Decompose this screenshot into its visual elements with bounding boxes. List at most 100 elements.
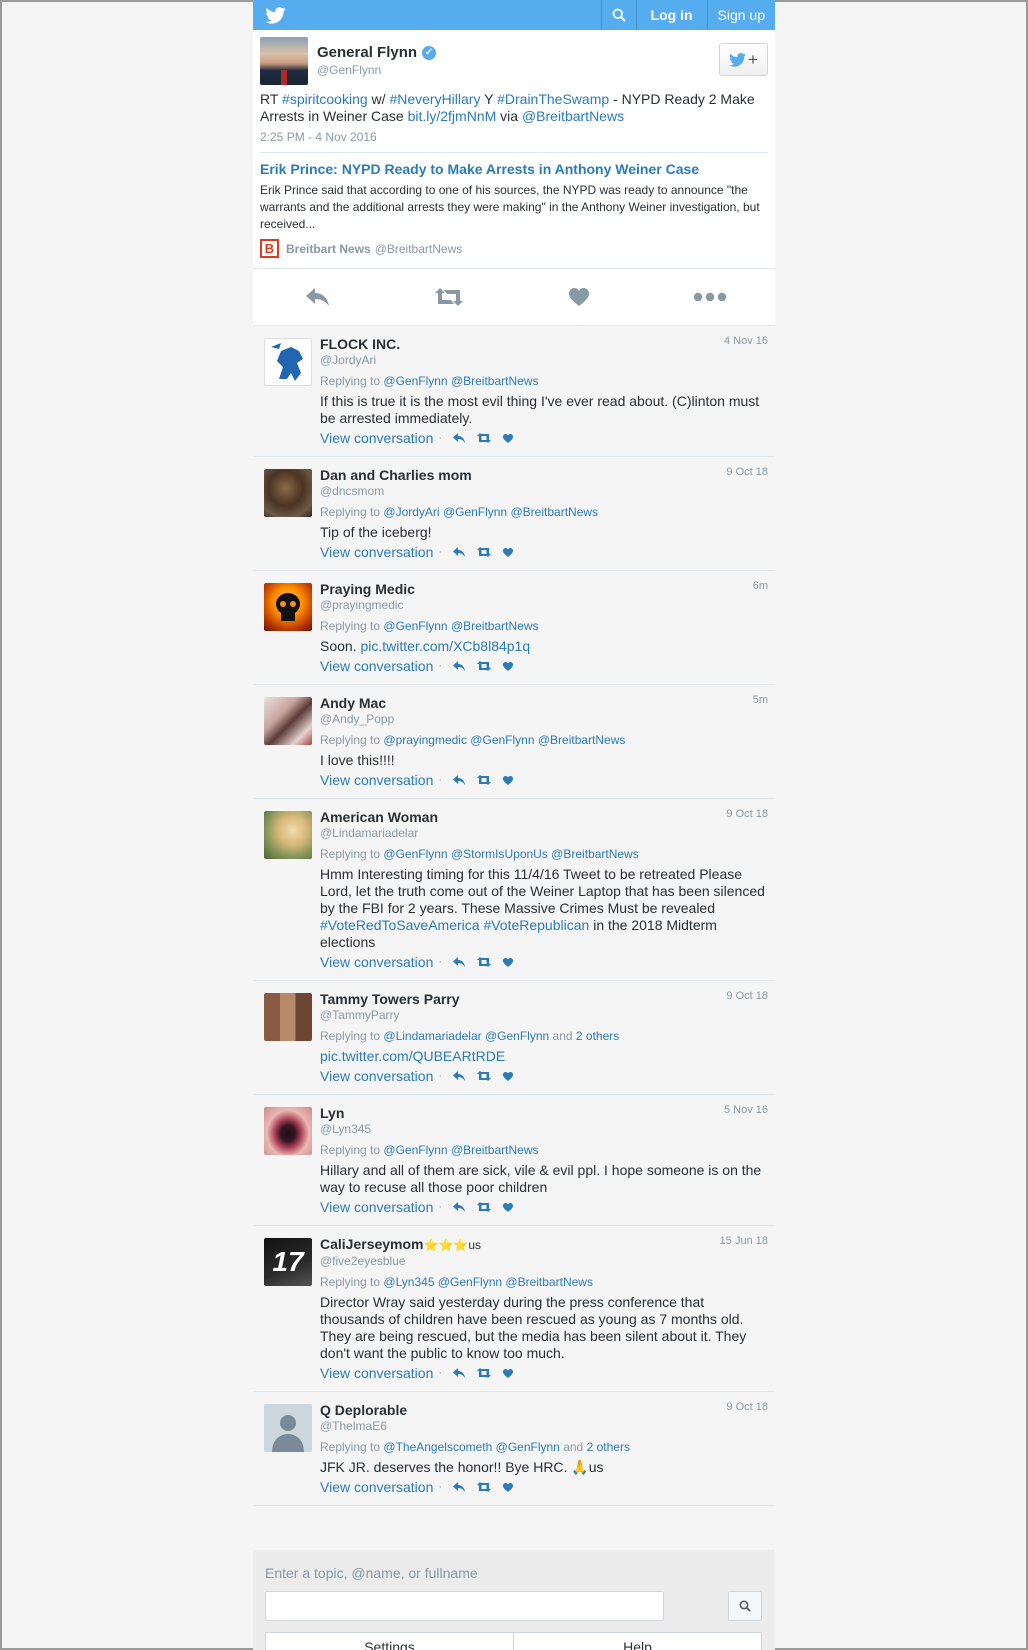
- reply-author-handle[interactable]: @Lyn345: [320, 1122, 768, 1137]
- card-source[interactable]: B Breitbart News @BreitbartNews: [260, 239, 768, 258]
- mention-link[interactable]: @BreitbartNews: [505, 1275, 593, 1289]
- reply-date[interactable]: 9 Oct 18: [726, 808, 768, 820]
- others-link[interactable]: 2 others: [576, 1029, 619, 1043]
- twitter-bird-icon[interactable]: [265, 7, 286, 24]
- author-name[interactable]: General Flynn ✓: [317, 44, 437, 61]
- reply-author-name[interactable]: American Woman: [320, 808, 768, 826]
- reply-author-name[interactable]: Dan and Charlies mom: [320, 466, 768, 484]
- reply-author-name[interactable]: Andy Mac: [320, 694, 768, 712]
- reply-author-handle[interactable]: @ThelmaE6: [320, 1419, 768, 1434]
- reply-date[interactable]: 9 Oct 18: [726, 1401, 768, 1413]
- avatar[interactable]: [264, 1107, 312, 1155]
- mention-link[interactable]: @JordyAri: [383, 505, 439, 519]
- view-conversation-link[interactable]: View conversation: [320, 430, 433, 446]
- reply-date[interactable]: 9 Oct 18: [726, 990, 768, 1002]
- mention-link[interactable]: @GenFlynn: [438, 1275, 502, 1289]
- reply-button[interactable]: [447, 772, 471, 788]
- reply-author-name[interactable]: Lyn: [320, 1104, 768, 1122]
- reply-button[interactable]: [447, 954, 471, 970]
- mention-link[interactable]: @BreitbartNews: [538, 733, 626, 747]
- reply-author-handle[interactable]: @TammyParry: [320, 1008, 768, 1023]
- inline-link[interactable]: #spiritcooking: [282, 91, 368, 107]
- retweet-button[interactable]: [471, 1365, 497, 1381]
- card-title[interactable]: Erik Prince: NYPD Ready to Make Arrests …: [260, 161, 768, 177]
- avatar[interactable]: [264, 811, 312, 859]
- reply-button[interactable]: [298, 288, 338, 306]
- view-conversation-link[interactable]: View conversation: [320, 1479, 433, 1495]
- mention-link[interactable]: @GenFlynn: [383, 374, 447, 388]
- inline-link[interactable]: #VoteRedToSaveAmerica: [320, 917, 480, 933]
- heart-button[interactable]: [497, 658, 519, 674]
- reply-author-handle[interactable]: @prayingmedic: [320, 598, 768, 613]
- reply-button[interactable]: [447, 1199, 471, 1215]
- heart-button[interactable]: [497, 544, 519, 560]
- like-button[interactable]: [559, 288, 599, 306]
- inline-link[interactable]: #DrainTheSwamp: [497, 91, 609, 107]
- reply-button[interactable]: [447, 1365, 471, 1381]
- view-conversation-link[interactable]: View conversation: [320, 954, 433, 970]
- avatar[interactable]: [264, 1404, 312, 1452]
- mention-link[interactable]: @Lyn345: [383, 1275, 434, 1289]
- mention-link[interactable]: @GenFlynn: [496, 1440, 560, 1454]
- retweet-button[interactable]: [471, 1068, 497, 1084]
- mention-link[interactable]: @BreitbartNews: [451, 1143, 539, 1157]
- mention-link[interactable]: @GenFlynn: [485, 1029, 549, 1043]
- avatar[interactable]: [260, 37, 308, 85]
- inline-link[interactable]: pic.twitter.com/QUBEARtRDE: [320, 1048, 505, 1064]
- reply-author-name[interactable]: Tammy Towers Parry: [320, 990, 768, 1008]
- mention-link[interactable]: @StormIsUponUs: [451, 847, 548, 861]
- signup-button[interactable]: Sign up: [706, 0, 775, 30]
- heart-button[interactable]: [497, 430, 519, 446]
- mention-link[interactable]: @BreitbartNews: [451, 374, 539, 388]
- tweet-timestamp[interactable]: 2:25 PM - 4 Nov 2016: [253, 125, 775, 144]
- others-link[interactable]: 2 others: [587, 1440, 630, 1454]
- reply-date[interactable]: 9 Oct 18: [726, 466, 768, 478]
- reply-author-name[interactable]: CaliJerseymom⭐⭐⭐us: [320, 1235, 768, 1254]
- mention-link[interactable]: @GenFlynn: [383, 619, 447, 633]
- avatar[interactable]: 17: [264, 1238, 312, 1286]
- reply-date[interactable]: 4 Nov 16: [724, 335, 768, 347]
- reply-date[interactable]: 5 Nov 16: [724, 1104, 768, 1116]
- view-conversation-link[interactable]: View conversation: [320, 1068, 433, 1084]
- retweet-button[interactable]: [471, 1479, 497, 1495]
- reply-author-handle[interactable]: @five2eyesblue: [320, 1254, 768, 1269]
- help-link[interactable]: Help: [513, 1633, 761, 1650]
- mention-link[interactable]: @TheAngelscometh: [383, 1440, 492, 1454]
- mention-link[interactable]: @BreitbartNews: [511, 505, 599, 519]
- retweet-button[interactable]: [429, 288, 469, 306]
- reply-author-handle[interactable]: @JordyAri: [320, 353, 768, 368]
- heart-button[interactable]: [497, 1068, 519, 1084]
- reply-date[interactable]: 15 Jun 18: [720, 1235, 768, 1247]
- retweet-button[interactable]: [471, 1199, 497, 1215]
- mention-link[interactable]: @GenFlynn: [443, 505, 507, 519]
- author-handle[interactable]: @GenFlynn: [317, 63, 381, 77]
- view-conversation-link[interactable]: View conversation: [320, 772, 433, 788]
- mention-link[interactable]: @BreitbartNews: [551, 847, 639, 861]
- reply-author-name[interactable]: Praying Medic: [320, 580, 768, 598]
- reply-date[interactable]: 6m: [753, 580, 768, 592]
- avatar[interactable]: [264, 697, 312, 745]
- inline-link[interactable]: #NeveryHillary: [389, 91, 480, 107]
- reply-button[interactable]: [447, 544, 471, 560]
- mention-link[interactable]: @prayingmedic: [383, 733, 467, 747]
- avatar[interactable]: [264, 338, 312, 386]
- more-button[interactable]: [690, 292, 730, 302]
- reply-author-handle[interactable]: @Andy_Popp: [320, 712, 768, 727]
- mention-link[interactable]: @BreitbartNews: [451, 619, 539, 633]
- inline-link[interactable]: bit.ly/2fjmNnM: [408, 108, 497, 124]
- heart-button[interactable]: [497, 954, 519, 970]
- inline-link[interactable]: @BreitbartNews: [522, 108, 624, 124]
- retweet-button[interactable]: [471, 430, 497, 446]
- reply-button[interactable]: [447, 430, 471, 446]
- reply-author-name[interactable]: FLOCK INC.: [320, 335, 768, 353]
- retweet-button[interactable]: [471, 954, 497, 970]
- retweet-button[interactable]: [471, 544, 497, 560]
- reply-author-handle[interactable]: @dncsmom: [320, 484, 768, 499]
- mention-link[interactable]: @GenFlynn: [383, 847, 447, 861]
- view-conversation-link[interactable]: View conversation: [320, 544, 433, 560]
- reply-button[interactable]: [447, 658, 471, 674]
- reply-author-name[interactable]: Q Deplorable: [320, 1401, 768, 1419]
- reply-date[interactable]: 5m: [753, 694, 768, 706]
- avatar[interactable]: [264, 583, 312, 631]
- login-button[interactable]: Log in: [635, 0, 707, 30]
